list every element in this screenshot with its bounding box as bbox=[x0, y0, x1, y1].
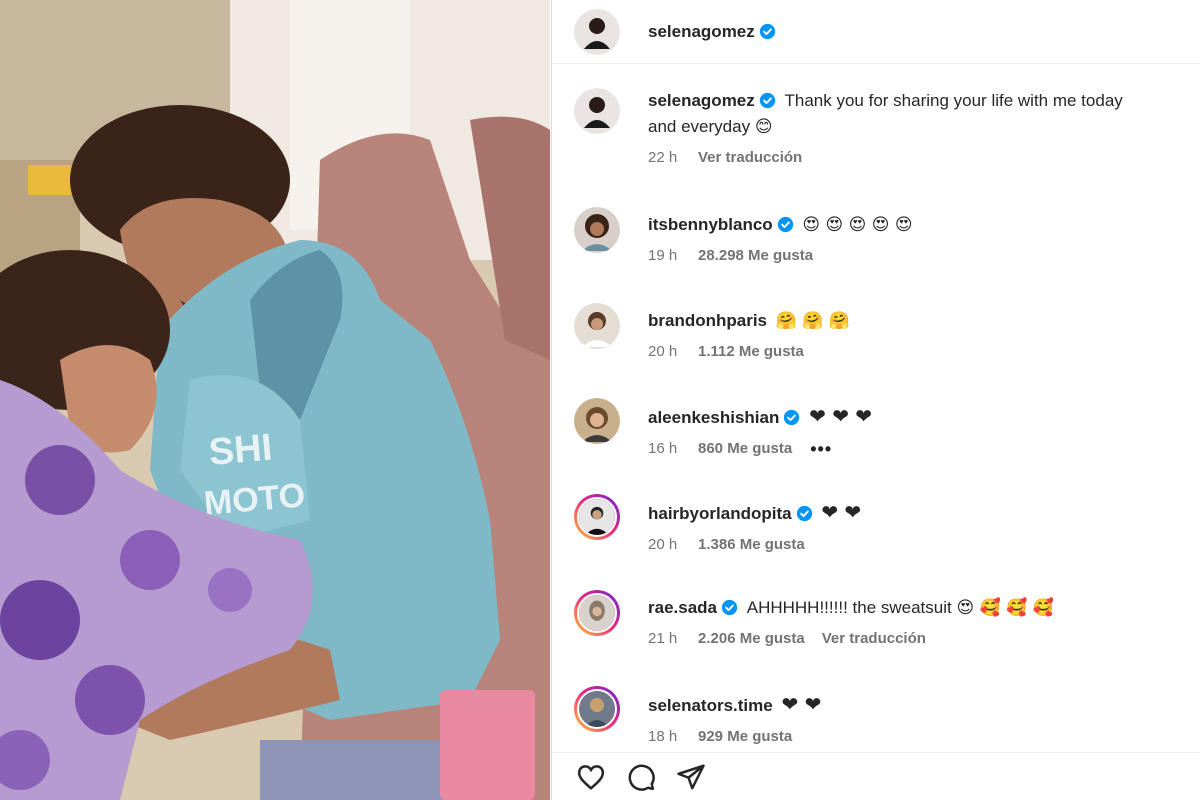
comment-meta: 21 h 2.206 Me gusta Ver traducción bbox=[648, 630, 1054, 648]
comment-time: 20 h bbox=[648, 536, 678, 553]
verified-badge-icon bbox=[759, 92, 775, 109]
caption: selenagomez Thank you for sharing your l… bbox=[574, 88, 1200, 167]
comment-item: hairbyorlandopita ❤ ❤ 20 h 1.386 Me gust… bbox=[574, 494, 1200, 554]
comment-username[interactable]: itsbennyblanco bbox=[648, 215, 773, 234]
comment-likes[interactable]: 1.386 Me gusta bbox=[698, 536, 805, 554]
comment-bubble-icon bbox=[628, 764, 655, 791]
comment-username[interactable]: brandonhparis bbox=[648, 311, 767, 330]
heart-outline-icon bbox=[577, 764, 605, 790]
comment-time: 19 h bbox=[648, 247, 678, 264]
caption-avatar[interactable] bbox=[574, 88, 620, 134]
like-button[interactable] bbox=[574, 760, 608, 794]
comment-likes[interactable]: 860 Me gusta bbox=[698, 440, 792, 458]
comment-item: itsbennyblanco 😍 😍 😍 😍 😍 19 h 28.298 Me … bbox=[574, 207, 1200, 265]
caption-time: 22 h bbox=[648, 149, 678, 166]
share-button[interactable] bbox=[674, 760, 708, 794]
verified-badge-icon bbox=[721, 599, 738, 616]
commenter-avatar[interactable] bbox=[574, 686, 620, 732]
comment-emojis: ❤ ❤ bbox=[781, 692, 822, 716]
comment-time: 18 h bbox=[648, 728, 678, 745]
verified-badge-icon bbox=[759, 23, 775, 40]
comment-meta: 16 h 860 Me gusta ••• bbox=[648, 440, 872, 458]
comment-translate-link[interactable]: Ver traducción bbox=[822, 630, 926, 648]
commenter-avatar[interactable] bbox=[574, 590, 620, 636]
comment-emojis: ❤ ❤ bbox=[821, 500, 862, 524]
comment-emojis: 😍 😍 😍 😍 😍 bbox=[802, 215, 913, 235]
caption-text-line2: and everyday bbox=[648, 117, 751, 136]
author-avatar[interactable] bbox=[574, 8, 620, 55]
comment-time: 21 h bbox=[648, 630, 678, 647]
svg-text:SHI: SHI bbox=[207, 427, 274, 474]
comment-username[interactable]: selenators.time bbox=[648, 696, 773, 715]
commenter-avatar[interactable] bbox=[574, 207, 620, 253]
comment-username[interactable]: aleenkeshishian bbox=[648, 408, 779, 427]
comment-likes[interactable]: 28.298 Me gusta bbox=[698, 247, 813, 265]
post-side-panel: selenagomez selenagomez Thank you for sh… bbox=[551, 0, 1200, 800]
commenter-avatar[interactable] bbox=[574, 303, 620, 349]
commenter-avatar[interactable] bbox=[574, 494, 620, 540]
paper-plane-icon bbox=[677, 764, 705, 789]
post-header: selenagomez bbox=[552, 0, 1200, 64]
comment-text: AHHHHH!!!!!! the sweatsuit bbox=[746, 598, 952, 617]
caption-emoji: 😊 bbox=[754, 117, 773, 137]
comment-meta: 20 h 1.112 Me gusta bbox=[648, 343, 850, 361]
verified-badge-icon bbox=[796, 505, 812, 522]
comment-username[interactable]: hairbyorlandopita bbox=[648, 504, 792, 523]
comment-item: rae.sada AHHHHH!!!!!! the sweatsuit 😍 🥰 … bbox=[574, 590, 1200, 648]
comment-meta: 18 h 929 Me gusta bbox=[648, 728, 821, 746]
caption-text: Thank you for sharing your life with me … bbox=[784, 91, 1123, 110]
comment-likes[interactable]: 2.206 Me gusta bbox=[698, 630, 805, 648]
author-username[interactable]: selenagomez bbox=[648, 22, 755, 42]
comment-emojis: ❤ ❤ ❤ bbox=[809, 404, 873, 428]
comment-item: selenators.time ❤ ❤ 18 h 929 Me gusta bbox=[574, 686, 1200, 746]
comment-item: aleenkeshishian ❤ ❤ ❤ 16 h 860 Me gusta … bbox=[574, 398, 1200, 458]
comment-meta: 20 h 1.386 Me gusta bbox=[648, 536, 861, 554]
comment-time: 16 h bbox=[648, 440, 678, 457]
caption-translate-link[interactable]: Ver traducción bbox=[698, 149, 802, 167]
comment-item: brandonhparis 🤗 🤗 🤗 20 h 1.112 Me gusta bbox=[574, 303, 1200, 361]
caption-meta: 22 h Ver traducción bbox=[648, 149, 1123, 167]
comment-likes[interactable]: 1.112 Me gusta bbox=[698, 343, 804, 361]
post-photo: SHI MOTO bbox=[0, 0, 550, 800]
more-options-icon[interactable]: ••• bbox=[810, 440, 832, 458]
caption-username[interactable]: selenagomez bbox=[648, 91, 755, 110]
comment-meta: 19 h 28.298 Me gusta bbox=[648, 247, 913, 265]
comment-likes[interactable]: 929 Me gusta bbox=[698, 728, 792, 746]
comment-emojis: 😍 🥰 🥰 🥰 bbox=[956, 598, 1054, 618]
action-bar bbox=[552, 752, 1200, 800]
verified-badge-icon bbox=[777, 216, 793, 233]
verified-badge-icon bbox=[784, 409, 800, 426]
comment-emojis: 🤗 🤗 🤗 bbox=[775, 311, 851, 331]
comment-button[interactable] bbox=[624, 760, 658, 794]
commenter-avatar[interactable] bbox=[574, 398, 620, 444]
comment-time: 20 h bbox=[648, 343, 678, 360]
comment-username[interactable]: rae.sada bbox=[648, 598, 717, 617]
